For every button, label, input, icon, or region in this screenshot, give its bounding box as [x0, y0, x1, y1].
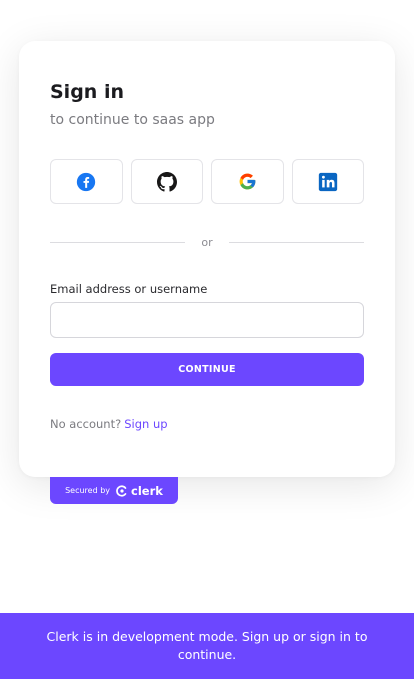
secured-by-text: Secured by	[65, 486, 111, 495]
or-divider: or	[50, 234, 365, 250]
clerk-brand-text: clerk	[131, 483, 163, 498]
facebook-button[interactable]	[50, 159, 123, 204]
no-account-row: No account? Sign up	[50, 417, 168, 431]
sign-up-link[interactable]: Sign up	[124, 417, 167, 431]
social-buttons	[50, 159, 364, 204]
google-button[interactable]	[211, 159, 284, 204]
linkedin-icon	[318, 172, 337, 191]
continue-button[interactable]: CONTINUE	[50, 353, 364, 386]
card-subtitle: to continue to saas app	[50, 112, 215, 128]
clerk-icon	[116, 484, 127, 497]
facebook-icon	[77, 172, 96, 191]
divider-line-right	[228, 241, 365, 243]
page: Sign in to continue to saas app or Email…	[0, 0, 414, 679]
card-title: Sign in	[50, 81, 124, 103]
no-account-text: No account?	[50, 417, 122, 431]
sign-in-card: Sign in to continue to saas app or Email…	[19, 41, 395, 477]
email-label: Email address or username	[50, 282, 208, 296]
divider-line-left	[50, 241, 186, 243]
clerk-logo: clerk	[116, 484, 163, 498]
development-mode-banner: Clerk is in development mode. Sign up or…	[0, 613, 414, 679]
email-input[interactable]	[50, 302, 364, 338]
github-icon	[156, 171, 177, 192]
divider-text: or	[201, 235, 213, 249]
google-icon	[239, 173, 256, 190]
secured-by-clerk-badge[interactable]: Secured by clerk	[50, 477, 178, 504]
linkedin-button[interactable]	[291, 159, 364, 204]
github-button[interactable]	[130, 159, 203, 204]
dev-banner-text: Clerk is in development mode. Sign up or…	[46, 629, 368, 662]
